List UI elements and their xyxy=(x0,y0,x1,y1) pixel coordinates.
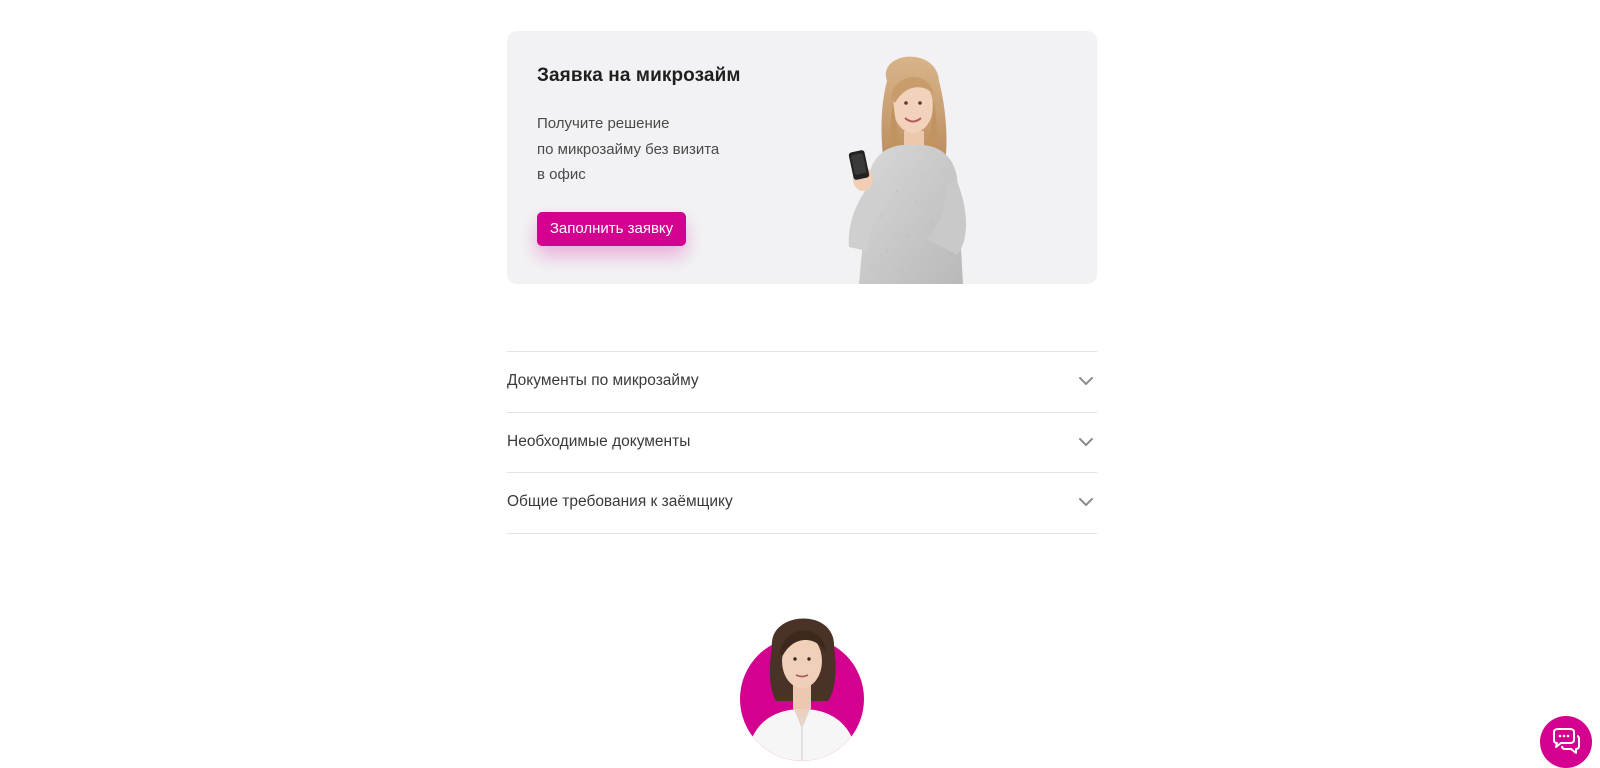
promo-description: Получите решение по микрозайму без визит… xyxy=(537,111,797,188)
chat-button[interactable] xyxy=(1540,716,1592,768)
promo-description-line: Получите решение xyxy=(537,115,670,132)
chevron-down-icon xyxy=(1079,437,1093,446)
documents-accordion: Документы по микрозайму Необходимые доку… xyxy=(507,351,1097,534)
promo-description-line: по микрозайму без визита xyxy=(537,140,720,158)
accordion-item-label: Общие требования к заёмщику xyxy=(507,493,733,510)
accordion-item-label: Необходимые документы xyxy=(507,432,691,450)
woman-with-phone-image xyxy=(848,56,966,284)
chat-bubbles-icon xyxy=(1553,728,1580,754)
accordion-item-label: Документы по микрозайму xyxy=(507,372,699,389)
accordion-item-required-documents[interactable]: Необходимые документы xyxy=(507,413,1097,473)
promo-description-line: в офис xyxy=(537,166,586,183)
fill-application-button[interactable]: Заполнить заявку xyxy=(537,212,686,246)
microloan-promo-card: Заявка на микрозайм Получите решение по … xyxy=(507,31,1097,284)
promo-title: Заявка на микрозайм xyxy=(537,65,741,86)
chevron-down-icon xyxy=(1079,498,1093,506)
accordion-item-loan-documents[interactable]: Документы по микрозайму xyxy=(507,352,1097,413)
chevron-down-icon xyxy=(1079,377,1093,385)
accordion-item-borrower-requirements[interactable]: Общие требования к заёмщику xyxy=(507,473,1097,534)
manager-avatar xyxy=(740,618,864,761)
